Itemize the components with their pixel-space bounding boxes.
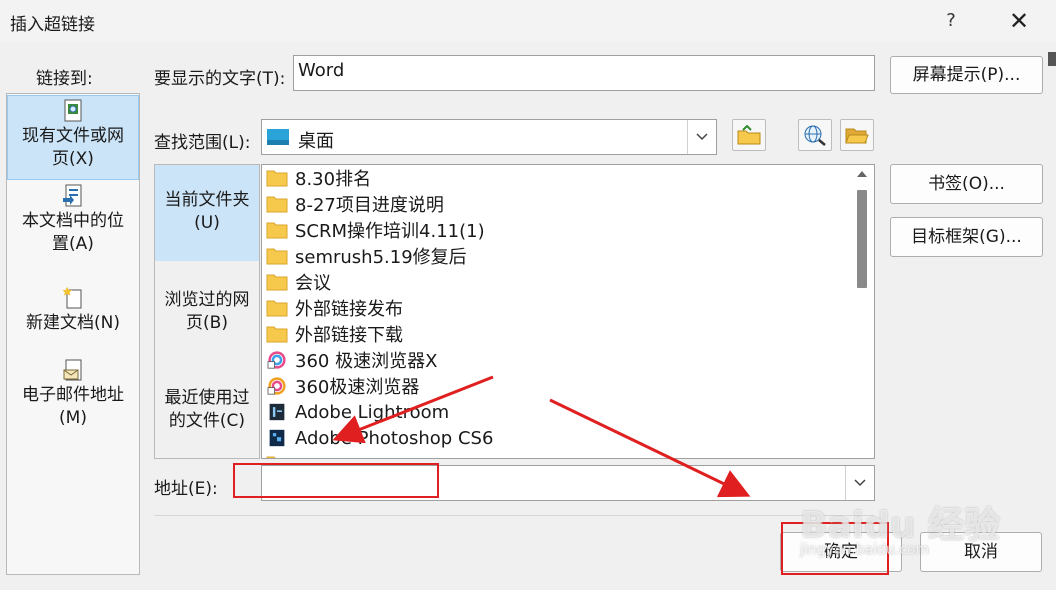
watermark-logo: Baidu 经验 xyxy=(800,505,1001,546)
annotation-arrow-to-file xyxy=(332,375,494,444)
annotation-arrow-to-ok xyxy=(549,398,751,498)
watermark-url: jingyan.baidu.com xyxy=(800,542,930,558)
